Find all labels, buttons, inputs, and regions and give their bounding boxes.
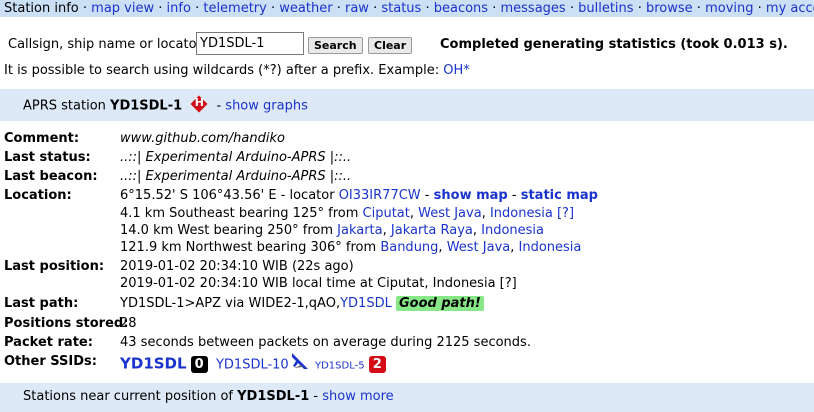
- nav-bulletins[interactable]: bulletins: [578, 1, 633, 16]
- nav-separator: ·: [158, 1, 163, 16]
- nav-separator: ·: [82, 1, 88, 16]
- nav-station-info: Station info: [4, 1, 79, 16]
- nearby-region-link[interactable]: Jakarta Raya: [391, 223, 473, 238]
- nav-raw[interactable]: raw: [345, 1, 369, 16]
- search-row: Callsign, ship name or locator: Search C…: [0, 30, 814, 56]
- search-button[interactable]: Search: [308, 37, 363, 54]
- search-label: Callsign, ship name or locator:: [8, 37, 207, 52]
- ssid-symbol-badge: 2: [368, 355, 386, 373]
- static-map-link[interactable]: static map: [521, 188, 598, 203]
- ssid-link[interactable]: YD1SDL: [120, 355, 187, 373]
- nav-beacons[interactable]: beacons: [434, 1, 488, 16]
- nav-my-account[interactable]: my account: [766, 1, 814, 16]
- nav-separator: ·: [425, 1, 430, 16]
- nearby-place-text: 14.0 km West bearing 250° from: [120, 223, 333, 238]
- last-path-key: Last path:: [4, 296, 79, 311]
- good-path-badge: Good path!: [395, 296, 484, 311]
- nav-messages[interactable]: messages: [501, 1, 566, 16]
- location-value: 6°15.52' S 106°43.56' E - locator OI33IR…: [120, 188, 598, 203]
- wildcard-hint: It is possible to search using wildcards…: [4, 63, 470, 78]
- top-nav: Station info · map view · info · telemet…: [0, 0, 814, 17]
- ssid-symbol-badge: 0: [190, 355, 208, 373]
- nearby-place-link[interactable]: Ciputat: [363, 206, 410, 221]
- nearby-country-link[interactable]: Indonesia: [519, 240, 582, 255]
- nearby-place: 4.1 km Southeast bearing 125° from Ciput…: [120, 206, 575, 221]
- show-map-link[interactable]: show map: [434, 188, 508, 203]
- nearby-region-link[interactable]: West Java: [447, 240, 511, 255]
- station-callsign: YD1SDL-1: [110, 98, 183, 114]
- nav-info[interactable]: info: [167, 1, 191, 16]
- locator-link[interactable]: OI33IR77CW: [339, 188, 421, 203]
- nearby-help-link[interactable]: [?]: [557, 206, 574, 221]
- nearby-place-text: 4.1 km Southeast bearing 125° from: [120, 206, 359, 221]
- comment-key: Comment:: [4, 131, 80, 146]
- nav-browse[interactable]: browse: [646, 1, 693, 16]
- nearby-place-text: 121.9 km Northwest bearing 306° from: [120, 240, 377, 255]
- status-message: Completed generating statistics (took 0.…: [440, 37, 788, 52]
- last-beacon-value: ..::| Experimental Arduino-APRS |::..: [120, 169, 352, 184]
- last-position-key: Last position:: [4, 259, 105, 274]
- packet-rate-value: 43 seconds between packets on average du…: [120, 335, 531, 350]
- nav-weather[interactable]: weather: [279, 1, 332, 16]
- wildcard-text: It is possible to search using wildcards…: [4, 63, 440, 78]
- location-key: Location:: [4, 188, 72, 203]
- last-position-local-time: 2019-01-02 20:34:10 WIB local time at Ci…: [120, 276, 517, 291]
- last-status-key: Last status:: [4, 150, 91, 165]
- location-separator: -: [511, 188, 517, 203]
- nearby-place: 14.0 km West bearing 250° from Jakarta, …: [120, 223, 545, 238]
- other-ssids-list: YD1SDL 0 YD1SDL-10 YD1SDL-5 2: [120, 353, 386, 376]
- nav-separator: ·: [637, 1, 642, 16]
- nearby-country-link[interactable]: Indonesia: [490, 206, 553, 221]
- station-prefix: APRS station: [23, 98, 106, 114]
- location-coords: 6°15.52' S 106°43.56' E - locator: [120, 188, 335, 203]
- nearby-separator: -: [313, 389, 319, 404]
- positions-stored-value: 28: [120, 316, 137, 331]
- igate-link[interactable]: YD1SDL: [340, 296, 392, 311]
- nearby-country-link[interactable]: Indonesia: [481, 223, 544, 238]
- nav-separator: ·: [195, 1, 200, 16]
- airplane-icon: [289, 350, 311, 372]
- last-position-time: 2019-01-02 20:34:10 WIB (22s ago): [120, 259, 354, 274]
- nav-moving[interactable]: moving: [705, 1, 753, 16]
- ssid-link[interactable]: YD1SDL-5: [315, 361, 365, 372]
- hospital-symbol-icon: H: [190, 95, 208, 113]
- comment-value: www.github.com/handiko: [120, 131, 285, 146]
- last-path-text: YD1SDL-1>APZ via WIDE2-1,qAO,: [120, 296, 341, 311]
- nearby-region-link[interactable]: West Java: [418, 206, 482, 221]
- nearby-place: 121.9 km Northwest bearing 306° from Ban…: [120, 240, 582, 255]
- positions-stored-key: Positions stored:: [4, 316, 129, 331]
- nav-status[interactable]: status: [381, 1, 421, 16]
- nav-separator: ·: [336, 1, 341, 16]
- clear-button[interactable]: Clear: [368, 37, 413, 54]
- nearby-prefix: Stations near current position of: [23, 389, 233, 404]
- graphs-separator: -: [216, 98, 222, 114]
- show-more-link[interactable]: show more: [322, 389, 393, 404]
- nearby-place-link[interactable]: Jakarta: [337, 223, 382, 238]
- ssid-link[interactable]: YD1SDL-10: [216, 358, 289, 373]
- nav-separator: ·: [271, 1, 276, 16]
- wildcard-example-link[interactable]: OH*: [443, 63, 470, 78]
- nearby-place-link[interactable]: Bandung: [380, 240, 438, 255]
- last-path-value: YD1SDL-1>APZ via WIDE2-1,qAO,YD1SDL Good…: [120, 296, 484, 311]
- show-graphs-link[interactable]: show graphs: [225, 99, 308, 114]
- nearby-callsign: YD1SDL-1: [237, 389, 310, 404]
- other-ssids-key: Other SSIDs:: [4, 354, 97, 369]
- nearby-stations-header: Stations near current position of YD1SDL…: [0, 383, 814, 412]
- search-input[interactable]: [196, 32, 304, 55]
- symbol-letter: H: [194, 96, 204, 109]
- nav-separator: ·: [696, 1, 701, 16]
- station-header: APRS station YD1SDL-1 H - show graphs: [0, 89, 814, 121]
- packet-rate-key: Packet rate:: [4, 335, 93, 350]
- location-separator: -: [424, 188, 430, 203]
- nav-map-view[interactable]: map view: [91, 1, 154, 16]
- nav-telemetry[interactable]: telemetry: [203, 1, 267, 16]
- nav-separator: ·: [373, 1, 378, 16]
- last-status-value: ..::| Experimental Arduino-APRS |::..: [120, 150, 352, 165]
- nav-separator: ·: [492, 1, 497, 16]
- last-beacon-key: Last beacon:: [4, 169, 98, 184]
- nav-separator: ·: [757, 1, 762, 16]
- nav-separator: ·: [569, 1, 574, 16]
